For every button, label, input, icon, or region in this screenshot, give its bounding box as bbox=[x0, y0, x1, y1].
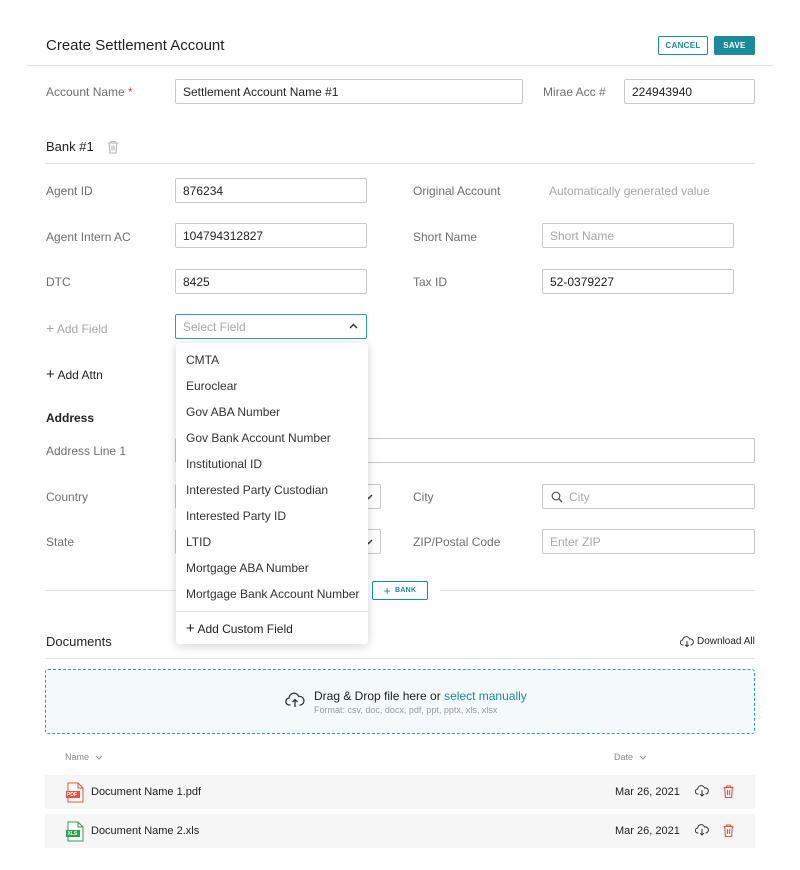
add-attn-button[interactable]: + Add Attn bbox=[46, 366, 103, 383]
option-interested-party-id[interactable]: Interested Party ID bbox=[186, 509, 286, 523]
file-name[interactable]: Document Name 2.xls bbox=[91, 825, 199, 837]
documents-divider bbox=[45, 658, 755, 659]
bank-divider bbox=[45, 163, 755, 164]
tax-id-label: Tax ID bbox=[413, 275, 448, 289]
agent-id-label: Agent ID bbox=[46, 184, 93, 198]
trash-icon[interactable] bbox=[723, 785, 734, 798]
cloud-download-icon[interactable] bbox=[695, 785, 709, 797]
option-mortgage-aba-number[interactable]: Mortgage ABA Number bbox=[186, 561, 309, 575]
file-date: Mar 26, 2021 bbox=[615, 786, 680, 798]
chevron-up-icon bbox=[349, 323, 358, 329]
option-ltid[interactable]: LTID bbox=[186, 535, 211, 549]
add-field-button[interactable]: + Add Field bbox=[46, 320, 108, 336]
option-cmta[interactable]: CMTA bbox=[186, 353, 219, 367]
trash-icon[interactable] bbox=[723, 824, 734, 837]
state-label: State bbox=[46, 535, 75, 549]
account-name-input[interactable]: Settlement Account Name #1 bbox=[175, 79, 523, 104]
agent-id-input[interactable]: 876234 bbox=[175, 178, 367, 203]
address-line1-label: Address Line 1 bbox=[46, 444, 127, 458]
agent-intern-input[interactable]: 104794312827 bbox=[175, 223, 367, 248]
option-institutional-id[interactable]: Institutional ID bbox=[186, 457, 262, 471]
dropzone-text: Drag & Drop file here or select manually bbox=[314, 689, 527, 703]
menu-divider bbox=[176, 611, 368, 612]
cloud-upload-icon bbox=[285, 692, 305, 708]
search-icon bbox=[551, 491, 563, 503]
original-account-label: Original Account bbox=[413, 184, 501, 198]
xls-file-icon: XLS bbox=[66, 821, 84, 842]
trash-icon[interactable] bbox=[107, 140, 119, 154]
account-name-label: Account Name * bbox=[46, 85, 133, 99]
cloud-download-icon bbox=[680, 636, 694, 647]
page-title: Create Settlement Account bbox=[46, 37, 225, 54]
zip-input[interactable]: Enter ZIP bbox=[542, 529, 755, 554]
field-options-menu: CMTA Euroclear Gov ABA Number Gov Bank A… bbox=[176, 343, 368, 644]
documents-heading: Documents bbox=[46, 634, 112, 649]
column-header-date[interactable]: Date bbox=[614, 752, 647, 762]
address-heading: Address bbox=[46, 411, 95, 425]
mirae-acc-input[interactable]: 224943940 bbox=[624, 79, 755, 104]
plus-icon: + bbox=[46, 320, 55, 336]
table-row[interactable]: XLS Document Name 2.xls Mar 26, 2021 bbox=[45, 814, 755, 848]
option-gov-bank-account-number[interactable]: Gov Bank Account Number bbox=[186, 431, 331, 445]
plus-icon: + bbox=[383, 583, 391, 598]
download-all-button[interactable]: Download All bbox=[680, 636, 755, 647]
file-name[interactable]: Document Name 1.pdf bbox=[91, 786, 201, 798]
dtc-input[interactable]: 8425 bbox=[175, 269, 367, 294]
short-name-input[interactable]: Short Name bbox=[542, 223, 734, 248]
table-row[interactable]: PDF Document Name 1.pdf Mar 26, 2021 bbox=[45, 775, 755, 809]
mirae-acc-label: Mirae Acc # bbox=[543, 85, 606, 99]
cancel-button[interactable]: CANCEL bbox=[658, 36, 708, 55]
plus-icon: + bbox=[186, 620, 195, 637]
header-divider bbox=[26, 65, 774, 66]
chevron-down-icon bbox=[639, 755, 647, 760]
add-bank-button[interactable]: + BANK bbox=[372, 581, 428, 600]
chevron-down-icon bbox=[95, 755, 103, 760]
original-account-value: Automatically generated value bbox=[549, 184, 710, 198]
tax-id-input[interactable]: 52-0379227 bbox=[542, 269, 734, 294]
zip-label: ZIP/Postal Code bbox=[413, 535, 501, 549]
add-custom-field-button[interactable]: + Add Custom Field bbox=[186, 620, 293, 637]
bank-heading: Bank #1 bbox=[46, 139, 94, 154]
pdf-file-icon: PDF bbox=[66, 782, 84, 803]
option-euroclear[interactable]: Euroclear bbox=[186, 379, 237, 393]
select-field-dropdown[interactable]: Select Field bbox=[175, 314, 367, 339]
file-date: Mar 26, 2021 bbox=[615, 825, 680, 837]
file-dropzone[interactable]: Drag & Drop file here or select manually… bbox=[45, 669, 755, 734]
dtc-label: DTC bbox=[46, 275, 71, 289]
cloud-download-icon[interactable] bbox=[695, 824, 709, 836]
country-label: Country bbox=[46, 490, 89, 504]
add-bank-divider-right bbox=[440, 590, 755, 591]
select-manually-link[interactable]: select manually bbox=[444, 689, 527, 703]
city-input[interactable]: City bbox=[542, 484, 755, 509]
required-mark: * bbox=[128, 85, 133, 99]
short-name-label: Short Name bbox=[413, 230, 478, 244]
option-mortgage-bank-account-number[interactable]: Mortgage Bank Account Number bbox=[186, 587, 359, 601]
agent-intern-label: Agent Intern AC bbox=[46, 230, 131, 244]
plus-icon: + bbox=[46, 366, 55, 383]
city-label: City bbox=[413, 490, 434, 504]
dropzone-formats: Format: csv, doc, docx, pdf, ppt, pptx, … bbox=[314, 705, 498, 715]
option-interested-party-custodian[interactable]: Interested Party Custodian bbox=[186, 483, 328, 497]
save-button[interactable]: SAVE bbox=[714, 36, 755, 55]
column-header-name[interactable]: Name bbox=[65, 752, 103, 762]
option-gov-aba-number[interactable]: Gov ABA Number bbox=[186, 405, 280, 419]
